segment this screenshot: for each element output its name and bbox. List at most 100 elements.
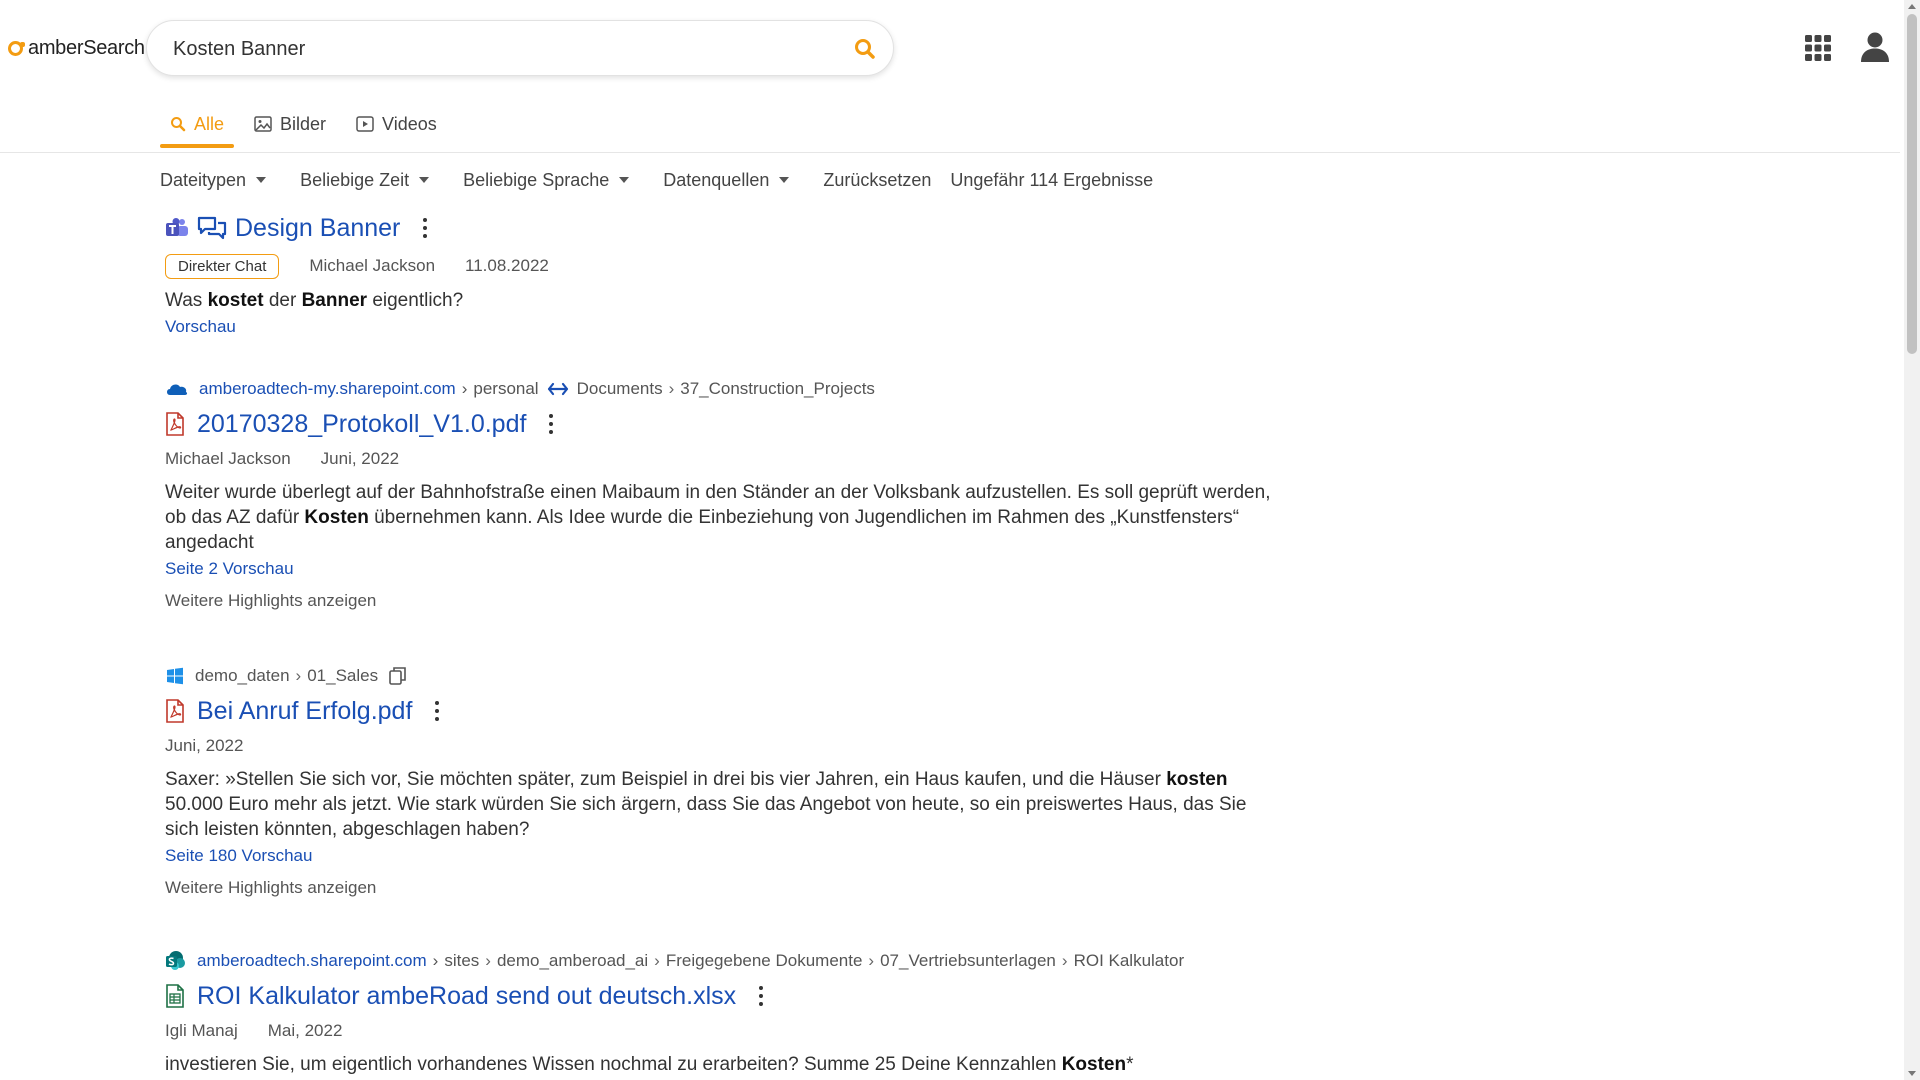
tab-alle[interactable]: Alle — [160, 100, 235, 148]
tab-label: Bilder — [280, 113, 327, 134]
filter-sprache[interactable]: Beliebige Sprache — [463, 169, 630, 191]
result-title-link[interactable]: ROI Kalkulator ambeRoad send out deutsch… — [197, 982, 736, 1011]
filter-zeit[interactable]: Beliebige Zeit — [300, 169, 430, 191]
breadcrumb: demo_daten › 01_Sales — [165, 663, 1275, 689]
result-snippet: Weiter wurde überlegt auf der Bahnhofstr… — [165, 482, 1271, 553]
result-item: Design Banner Direkter Chat Michael Jack… — [165, 210, 1275, 337]
spreadsheet-file-icon — [166, 984, 184, 1008]
reset-filters-button[interactable]: Zurücksetzen — [823, 170, 931, 191]
breadcrumb-item: Documents — [576, 379, 663, 398]
filter-label: Dateitypen — [160, 169, 247, 190]
more-options-icon[interactable] — [758, 985, 764, 1007]
breadcrumb-site-link[interactable]: amberoadtech-my.sharepoint.com — [199, 379, 456, 399]
result-date: Juni, 2022 — [165, 736, 244, 755]
ambersearch-logo[interactable]: amberSearch — [8, 34, 145, 62]
scroll-up-icon[interactable] — [1908, 4, 1916, 9]
search-input[interactable] — [171, 31, 815, 67]
breadcrumb: amberoadtech.sharepoint.com › sites › de… — [165, 948, 1275, 974]
result-title-link[interactable]: Design Banner — [235, 214, 400, 243]
tab-label: Alle — [194, 113, 225, 134]
breadcrumb-separator: › — [485, 951, 491, 970]
copy-icon[interactable] — [388, 666, 408, 686]
result-count: Ungefähr 114 Ergebnisse — [950, 169, 1154, 190]
logo-text: amberSearch — [28, 36, 145, 59]
result-author: Michael Jackson — [165, 449, 291, 468]
breadcrumb-separator: › — [1061, 951, 1068, 970]
caret-down-icon — [779, 177, 790, 183]
breadcrumb-separator: › — [461, 379, 468, 398]
breadcrumb-item: Freigegebene Dokumente — [665, 951, 863, 970]
filter-datenquellen[interactable]: Datenquellen — [663, 169, 790, 191]
header: amberSearch — [0, 0, 1900, 96]
pdf-file-icon — [166, 699, 184, 723]
caret-down-icon — [256, 177, 267, 183]
page-scrollbar[interactable] — [1904, 0, 1920, 1080]
result-item: demo_daten › 01_Sales Bei Anruf Erfolg.p… — [165, 663, 1275, 898]
scrollbar-thumb[interactable] — [1907, 14, 1917, 354]
result-title-link[interactable]: Bei Anruf Erfolg.pdf — [197, 697, 412, 726]
result-date: Mai, 2022 — [267, 1021, 343, 1040]
search-tabs: Alle Bilder Videos — [160, 100, 457, 150]
sharepoint-icon — [166, 951, 185, 970]
tab-label: Videos — [382, 113, 437, 134]
breadcrumb-item: personal — [473, 379, 539, 398]
filter-label: Datenquellen — [663, 169, 770, 190]
result-date: Juni, 2022 — [320, 449, 400, 468]
scroll-down-icon[interactable] — [1908, 1071, 1916, 1076]
result-snippet: Saxer: »Stellen Sie sich vor, Sie möchte… — [165, 769, 1247, 840]
more-options-icon[interactable] — [434, 700, 440, 722]
result-item: amberoadtech.sharepoint.com › sites › de… — [165, 948, 1275, 1077]
onedrive-icon — [167, 384, 188, 395]
preview-link[interactable]: Seite 180 Vorschau — [165, 846, 312, 866]
show-more-highlights-link[interactable]: Weitere Highlights anzeigen — [165, 878, 376, 898]
result-snippet: Was kostet der Banner eigentlich? — [165, 290, 464, 311]
filter-dateitypen[interactable]: Dateitypen — [160, 169, 267, 191]
breadcrumb-item: 37_Construction_Projects — [680, 379, 875, 398]
breadcrumb-item: ROI Kalkulator — [1073, 951, 1185, 970]
teams-icon — [166, 218, 188, 236]
breadcrumb-separator: › — [432, 951, 439, 970]
result-title-link[interactable]: 20170328_Protokoll_V1.0.pdf — [197, 410, 526, 439]
breadcrumb-separator: › — [868, 951, 875, 970]
result-date: 11.08.2022 — [465, 256, 549, 275]
result-snippet: investieren Sie, um eigentlich vorhanden… — [165, 1054, 1134, 1075]
result-author: Michael Jackson — [309, 256, 436, 275]
preview-link[interactable]: Vorschau — [165, 317, 236, 337]
video-icon — [356, 116, 374, 132]
pdf-file-icon — [166, 412, 184, 436]
breadcrumb: amberoadtech-my.sharepoint.com › persona… — [165, 376, 1275, 402]
breadcrumb-item: 01_Sales — [307, 666, 379, 685]
result-item: amberoadtech-my.sharepoint.com › persona… — [165, 376, 1275, 611]
chat-type-badge: Direkter Chat — [165, 253, 280, 279]
more-options-icon[interactable] — [548, 413, 554, 435]
search-icon[interactable] — [851, 35, 879, 63]
breadcrumb-item: demo_amberoad_ai — [496, 951, 649, 970]
breadcrumb-separator: › — [654, 951, 660, 970]
tab-videos[interactable]: Videos — [346, 100, 447, 148]
apps-grid-icon[interactable] — [1804, 34, 1832, 62]
more-options-icon[interactable] — [422, 217, 428, 239]
image-icon — [254, 116, 272, 132]
breadcrumb-item: 07_Vertriebsunterlagen — [880, 951, 1056, 970]
chat-icon — [197, 216, 227, 240]
caret-down-icon — [419, 177, 430, 183]
result-author: Igli Manaj — [165, 1021, 238, 1040]
preview-link[interactable]: Seite 2 Vorschau — [165, 559, 294, 579]
breadcrumb-item: demo_daten — [195, 666, 290, 685]
filter-bar: Dateitypen Beliebige Zeit Beliebige Spra… — [160, 166, 1153, 194]
filter-label: Beliebige Sprache — [463, 169, 610, 190]
sync-arrows-icon — [547, 382, 568, 396]
breadcrumb-item: sites — [444, 951, 480, 970]
breadcrumb-site-link[interactable]: amberoadtech.sharepoint.com — [197, 951, 427, 971]
windows-icon — [167, 667, 183, 685]
caret-down-icon — [619, 177, 630, 183]
filter-label: Beliebige Zeit — [300, 169, 410, 190]
logo-mark-icon — [8, 40, 25, 56]
search-icon — [171, 117, 186, 132]
breadcrumb-separator: › — [295, 666, 302, 685]
user-icon[interactable] — [1858, 30, 1892, 64]
breadcrumb-separator: › — [668, 379, 675, 398]
show-more-highlights-link[interactable]: Weitere Highlights anzeigen — [165, 591, 376, 611]
search-bar — [146, 20, 894, 76]
tab-bilder[interactable]: Bilder — [244, 100, 336, 148]
